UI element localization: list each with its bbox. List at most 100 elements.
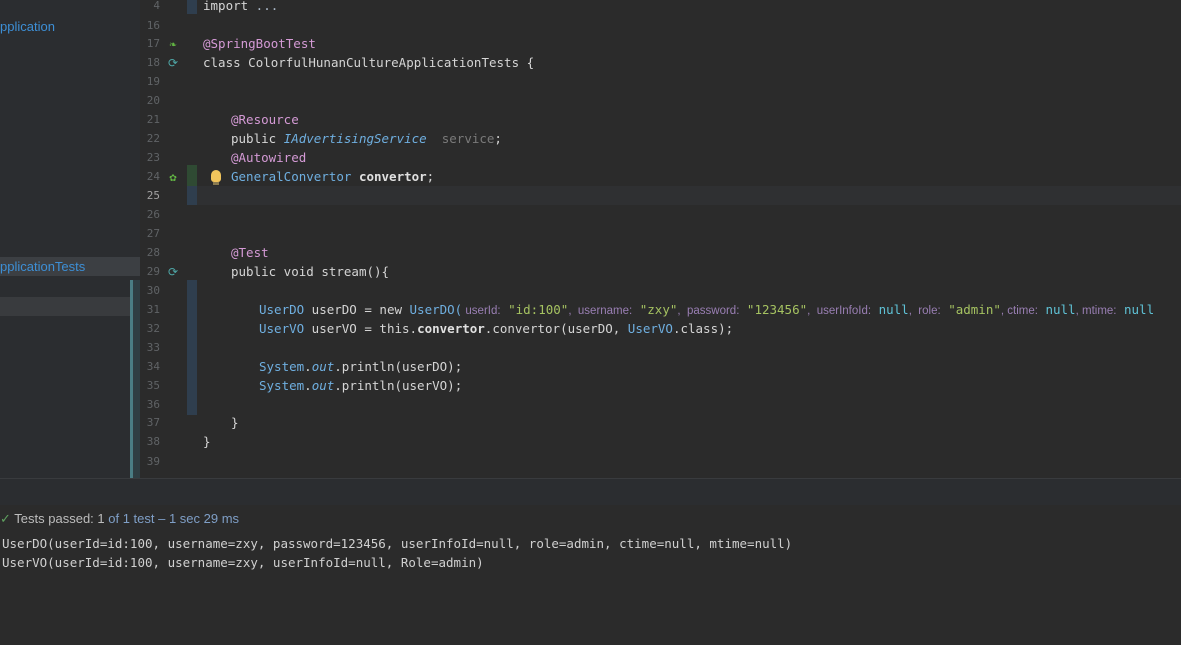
- line-number[interactable]: 32: [140, 319, 160, 338]
- code-text: ...: [248, 0, 279, 13]
- type-name: IAdvertisingService: [283, 131, 427, 146]
- run-test-icon[interactable]: ⟳: [166, 265, 180, 279]
- string-literal: "admin": [940, 302, 1001, 317]
- string-literal: "zxy": [632, 302, 678, 317]
- change-bar: [187, 0, 197, 14]
- brace: }: [231, 415, 239, 430]
- constructor: UserDO(: [409, 302, 463, 317]
- code-line-37[interactable]: }: [231, 413, 239, 432]
- string-literal: "id:100": [500, 302, 569, 317]
- punctuation: ;: [494, 131, 502, 146]
- type-name: GeneralConvertor: [231, 169, 359, 184]
- brace: }: [203, 434, 211, 449]
- keyword: import: [203, 0, 249, 13]
- lightbulb-base: [213, 182, 219, 185]
- class-name: ColorfulHunanCultureApplicationTests {: [240, 55, 535, 70]
- code-line-17[interactable]: @SpringBootTest: [203, 34, 316, 53]
- line-number[interactable]: 29: [140, 262, 160, 281]
- keyword: public: [231, 131, 284, 146]
- line-number[interactable]: 16: [140, 16, 160, 35]
- code-line-18[interactable]: class ColorfulHunanCultureApplicationTes…: [203, 53, 534, 72]
- code-line-21[interactable]: @Resource: [231, 110, 299, 129]
- keyword: .class: [672, 321, 719, 336]
- line-number[interactable]: 34: [140, 357, 160, 376]
- line-number[interactable]: 31: [140, 300, 160, 319]
- keyword: this: [379, 321, 410, 336]
- line-number[interactable]: 4: [140, 0, 160, 15]
- method-name: convertor: [492, 321, 561, 336]
- param-hint: , username:: [568, 305, 633, 317]
- code-line-32[interactable]: UserVO userVO = this.convertor.convertor…: [259, 319, 733, 338]
- arguments: (userDO,: [560, 321, 628, 336]
- field-name: convertor: [358, 169, 427, 184]
- string-literal: "123456": [739, 302, 808, 317]
- spring-leaf-icon[interactable]: ❧: [166, 37, 180, 51]
- line-number[interactable]: 38: [140, 432, 160, 451]
- param-hint: userId:: [462, 305, 501, 317]
- line-number[interactable]: 23: [140, 148, 160, 167]
- annotation: @Test: [231, 245, 269, 260]
- method-name: stream: [321, 264, 367, 279]
- run-test-icon[interactable]: ⟳: [166, 56, 180, 70]
- current-line-highlight: [188, 186, 1181, 205]
- code-line-4[interactable]: import ...: [203, 0, 278, 15]
- line-number[interactable]: 39: [140, 452, 160, 471]
- tree-item-empty[interactable]: [0, 297, 140, 316]
- punctuation: .: [334, 378, 342, 393]
- variable: userDO =: [304, 302, 380, 317]
- console-output-line[interactable]: UserDO(userId=id:100, username=zxy, pass…: [2, 534, 792, 553]
- line-number[interactable]: 24: [140, 167, 160, 186]
- project-tree: pplication pplicationTests: [0, 0, 140, 478]
- test-status: ✓ Tests passed: 1 of 1 test – 1 sec 29 m…: [0, 509, 239, 529]
- type-name: System: [259, 378, 305, 393]
- line-number[interactable]: 36: [140, 395, 160, 414]
- check-icon: ✓: [0, 511, 11, 526]
- line-number[interactable]: 26: [140, 205, 160, 224]
- tool-window-divider[interactable]: [0, 478, 1181, 506]
- static-field: out: [311, 378, 335, 393]
- change-bar: [187, 186, 197, 205]
- bean-icon[interactable]: ✿: [166, 170, 180, 184]
- type-name: System: [259, 359, 305, 374]
- status-detail: of 1 test – 1 sec 29 ms: [104, 511, 240, 526]
- tree-item-application-tests[interactable]: pplicationTests: [0, 257, 140, 276]
- code-line-38[interactable]: }: [203, 432, 211, 451]
- lightbulb-icon[interactable]: [211, 170, 221, 182]
- line-number[interactable]: 35: [140, 376, 160, 395]
- console-output-line[interactable]: UserVO(userId=id:100, username=zxy, user…: [2, 553, 484, 572]
- punctuation: .: [409, 321, 418, 336]
- status-label: Tests passed:: [14, 511, 98, 526]
- field-name: service: [426, 131, 495, 146]
- line-number[interactable]: 25: [140, 186, 160, 205]
- code-line-29[interactable]: public void stream(){: [231, 262, 389, 281]
- code-line-23[interactable]: @Autowired: [231, 148, 306, 167]
- code-line-35[interactable]: System.out.println(userVO);: [259, 376, 462, 395]
- tree-item-application[interactable]: pplication: [0, 17, 55, 36]
- null-literal: null: [871, 302, 909, 317]
- line-number[interactable]: 37: [140, 413, 160, 432]
- line-number[interactable]: 18: [140, 53, 160, 72]
- code-line-28[interactable]: @Test: [231, 243, 269, 262]
- punctuation: .: [304, 378, 312, 393]
- line-number[interactable]: 17: [140, 34, 160, 53]
- type-name: UserVO: [627, 321, 673, 336]
- param-hint: , userInfoId:: [807, 305, 872, 317]
- line-number[interactable]: 33: [140, 338, 160, 357]
- punctuation: .: [304, 359, 312, 374]
- line-number[interactable]: 30: [140, 281, 160, 300]
- code-line-31[interactable]: UserDO userDO = new UserDO( userId: "id:…: [259, 300, 1154, 319]
- line-number[interactable]: 28: [140, 243, 160, 262]
- code-line-34[interactable]: System.out.println(userDO);: [259, 357, 462, 376]
- line-number[interactable]: 27: [140, 224, 160, 243]
- line-number[interactable]: 20: [140, 91, 160, 110]
- line-number[interactable]: 21: [140, 110, 160, 129]
- type-name: UserDO: [259, 302, 305, 317]
- arguments: (userVO);: [394, 378, 463, 393]
- code-line-24[interactable]: GeneralConvertor convertor;: [231, 167, 434, 186]
- code-line-22[interactable]: public IAdvertisingService service;: [231, 129, 502, 148]
- punctuation: .: [334, 359, 342, 374]
- keyword: public void: [231, 264, 322, 279]
- line-number[interactable]: 22: [140, 129, 160, 148]
- line-number[interactable]: 19: [140, 72, 160, 91]
- field-name: convertor: [417, 321, 485, 336]
